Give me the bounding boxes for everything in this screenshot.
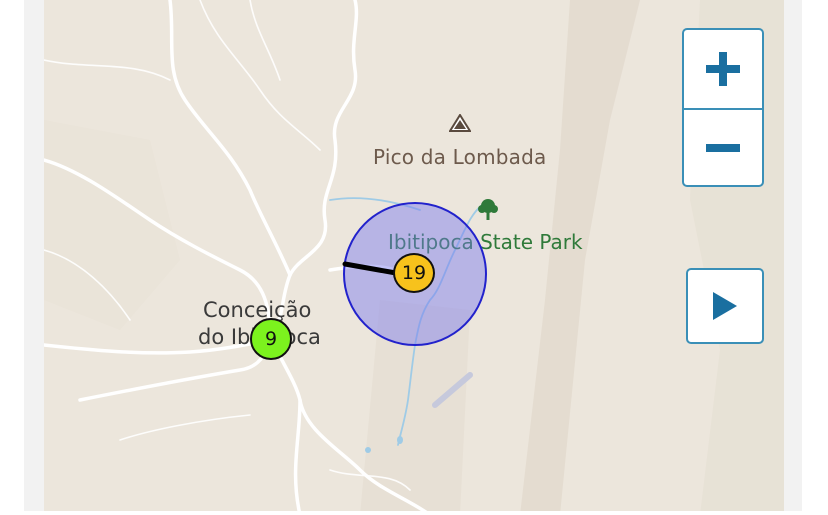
zoom-in-button[interactable] bbox=[684, 30, 762, 110]
town-label-line1: Conceição bbox=[203, 298, 312, 322]
play-icon bbox=[713, 292, 737, 320]
cluster-count: 9 bbox=[264, 328, 278, 350]
cluster-marker-19[interactable]: 19 bbox=[393, 253, 435, 293]
zoom-control bbox=[682, 28, 764, 187]
bottom-edge bbox=[0, 511, 828, 515]
cluster-count: 19 bbox=[401, 262, 427, 284]
play-button[interactable] bbox=[686, 268, 764, 344]
minus-icon bbox=[706, 144, 740, 152]
plus-icon bbox=[706, 52, 740, 86]
zoom-out-button[interactable] bbox=[684, 109, 762, 185]
cluster-marker-9[interactable]: 9 bbox=[250, 318, 292, 360]
